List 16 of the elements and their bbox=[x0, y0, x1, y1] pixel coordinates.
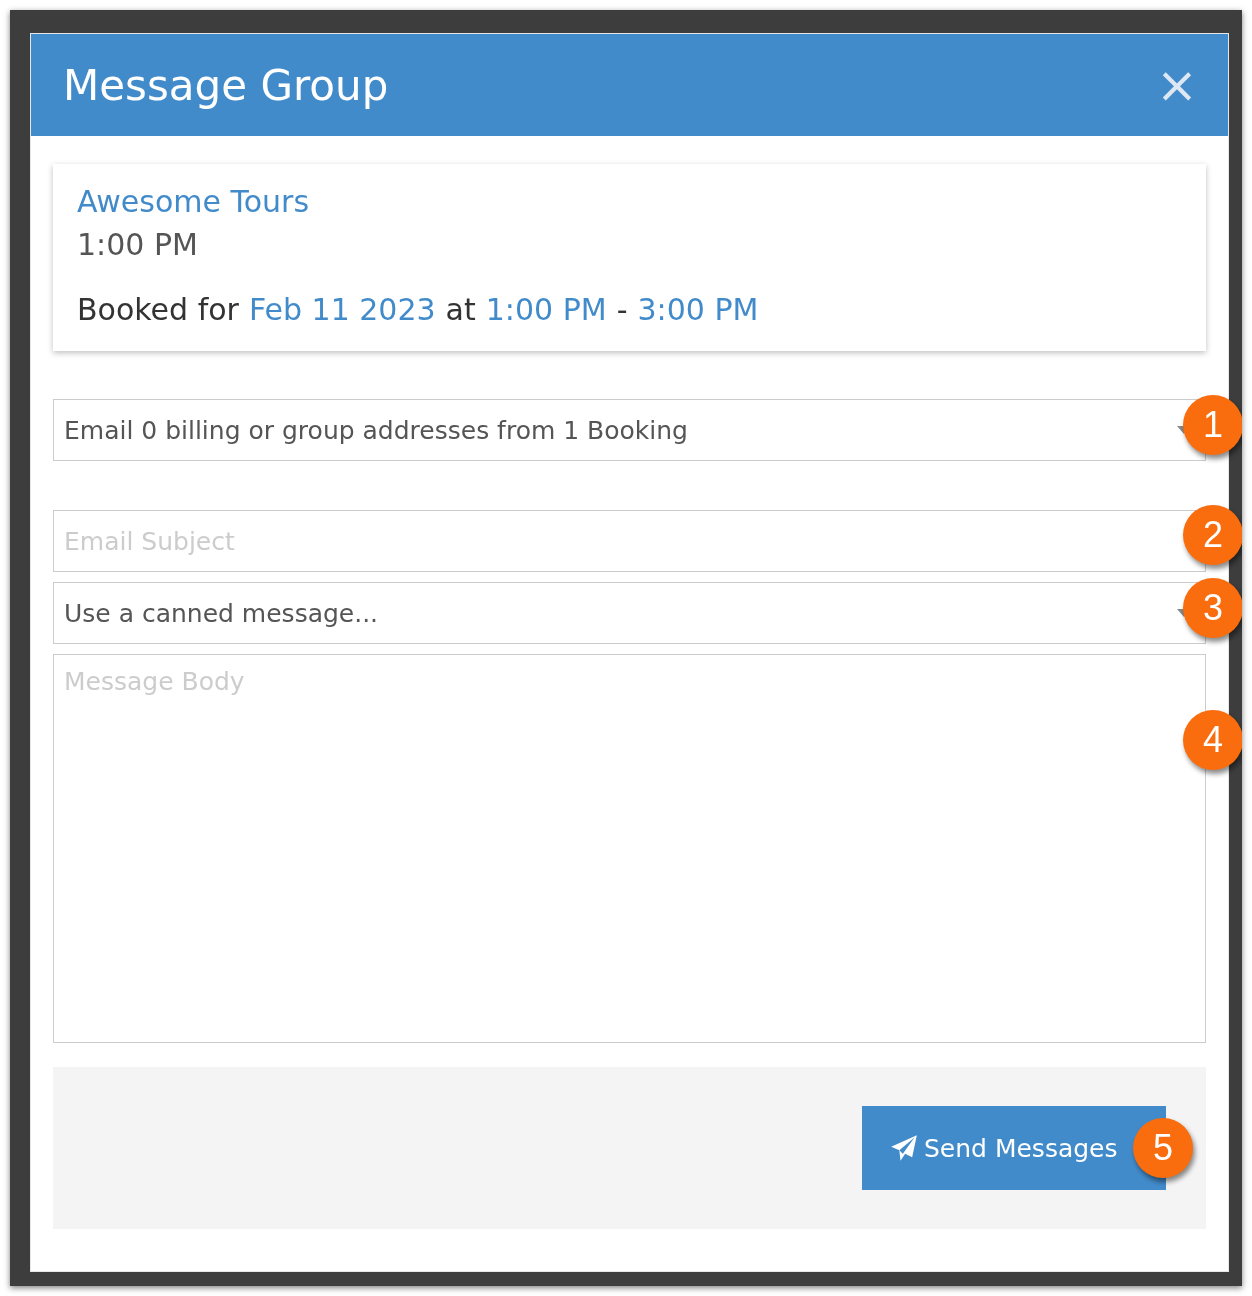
callout-badge: 5 bbox=[1133, 1118, 1193, 1178]
at-label: at bbox=[445, 292, 476, 327]
start-time: 1:00 PM bbox=[485, 292, 607, 327]
close-button[interactable]: × bbox=[1150, 60, 1204, 110]
booked-label: Booked for bbox=[77, 292, 239, 327]
dash-label: - bbox=[616, 292, 628, 327]
send-icon bbox=[890, 1134, 918, 1162]
callout-badge: 2 bbox=[1183, 505, 1242, 565]
recipients-select[interactable]: Email 0 billing or group addresses from 1 Booking bbox=[53, 399, 1206, 461]
end-time: 3:00 PM bbox=[637, 292, 759, 327]
dialog-title: Message Group bbox=[63, 60, 389, 110]
tour-time: 1:00 PM bbox=[77, 227, 199, 262]
tour-link[interactable]: Awesome Tours bbox=[77, 184, 310, 219]
booking-date: Feb 11 2023 bbox=[248, 292, 436, 327]
callout-badge: 3 bbox=[1183, 578, 1242, 638]
callout-badge: 1 bbox=[1183, 395, 1242, 455]
